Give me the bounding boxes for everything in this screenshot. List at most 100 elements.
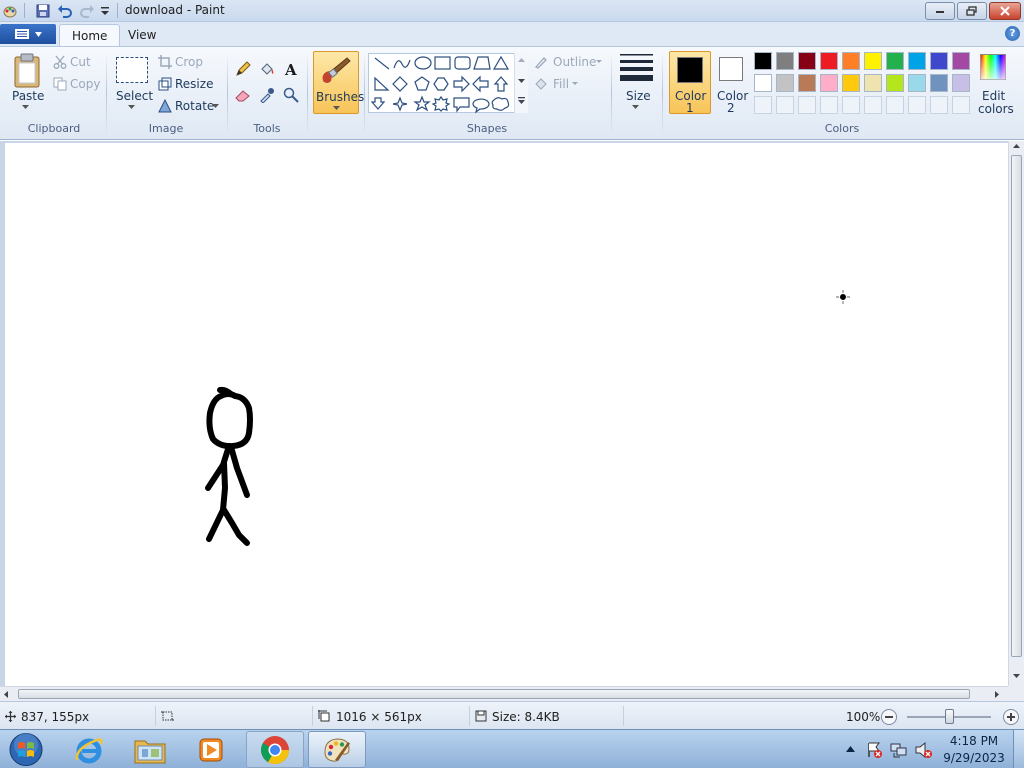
horizontal-scroll-thumb[interactable] xyxy=(18,689,970,699)
color1-button[interactable]: Color 1 xyxy=(669,51,711,115)
zoom-in-button[interactable] xyxy=(1003,709,1019,725)
custom-color-slot[interactable] xyxy=(754,96,772,114)
zoom-out-button[interactable] xyxy=(881,709,897,725)
restore-icon xyxy=(966,6,977,16)
minimize-button[interactable] xyxy=(925,2,955,20)
shapes-scroll[interactable] xyxy=(514,53,528,113)
fill-tool[interactable] xyxy=(257,59,277,79)
resize-button[interactable]: Resize xyxy=(175,77,213,91)
zoom-slider-thumb[interactable] xyxy=(945,709,954,724)
scroll-up-icon xyxy=(518,58,525,62)
drawing-canvas[interactable] xyxy=(5,143,1008,686)
vertical-scrollbar[interactable] xyxy=(1008,141,1024,686)
brushes-button[interactable]: Brushes xyxy=(313,51,364,114)
scroll-up-icon[interactable] xyxy=(1013,144,1020,148)
group-separator xyxy=(364,53,365,135)
help-icon[interactable]: ? xyxy=(1005,26,1020,41)
select-button[interactable] xyxy=(116,57,148,83)
palette-swatch[interactable] xyxy=(886,52,904,70)
palette-swatch[interactable] xyxy=(754,74,772,92)
chevron-down-icon xyxy=(596,60,602,63)
restore-button[interactable] xyxy=(957,2,987,20)
ribbon: Paste Cut Copy Clipboard Select Crop Res… xyxy=(0,46,1024,140)
custom-color-slot[interactable] xyxy=(930,96,948,114)
show-hidden-icons-icon[interactable] xyxy=(846,746,855,752)
scroll-down-icon[interactable] xyxy=(1013,674,1020,678)
custom-color-slot[interactable] xyxy=(798,96,816,114)
scroll-left-icon[interactable] xyxy=(4,691,8,698)
palette-swatch[interactable] xyxy=(908,52,926,70)
action-center-icon[interactable] xyxy=(865,741,883,759)
save-icon[interactable] xyxy=(34,2,52,20)
taskbar-paint[interactable] xyxy=(308,731,366,768)
eraser-tool[interactable] xyxy=(233,85,253,105)
canvas-drawing xyxy=(205,386,253,546)
palette-swatch[interactable] xyxy=(842,52,860,70)
undo-icon[interactable] xyxy=(56,2,74,20)
paste-button[interactable] xyxy=(12,53,42,92)
palette-swatch[interactable] xyxy=(842,74,860,92)
palette-swatch[interactable] xyxy=(886,74,904,92)
pencil-tool[interactable] xyxy=(233,59,253,79)
palette-swatch[interactable] xyxy=(754,52,772,70)
volume-muted-icon[interactable] xyxy=(915,741,933,759)
horizontal-scrollbar[interactable] xyxy=(0,686,1008,701)
tab-view[interactable]: View xyxy=(116,24,168,46)
cut-button[interactable]: Cut xyxy=(70,55,91,69)
taskbar-media-player[interactable] xyxy=(182,731,240,768)
palette-swatch[interactable] xyxy=(820,52,838,70)
tab-home[interactable]: Home xyxy=(59,24,121,46)
custom-color-slot[interactable] xyxy=(952,96,970,114)
vertical-scroll-thumb[interactable] xyxy=(1011,155,1022,657)
brush-icon xyxy=(322,57,351,83)
network-icon[interactable] xyxy=(890,741,908,759)
custom-color-slot[interactable] xyxy=(776,96,794,114)
custom-color-slot[interactable] xyxy=(908,96,926,114)
paint-bucket-icon xyxy=(261,63,274,75)
palette-swatch[interactable] xyxy=(908,74,926,92)
outline-button[interactable]: Outline xyxy=(553,55,596,69)
magnifier-tool[interactable] xyxy=(281,85,301,105)
resize-icon xyxy=(158,77,172,91)
scroll-right-icon[interactable] xyxy=(995,691,999,698)
palette-swatch[interactable] xyxy=(864,52,882,70)
palette-swatch[interactable] xyxy=(930,52,948,70)
taskbar-chrome[interactable] xyxy=(246,731,304,768)
palette-swatch[interactable] xyxy=(820,74,838,92)
taskbar-file-explorer[interactable] xyxy=(121,731,179,768)
paint-app-icon[interactable] xyxy=(2,2,18,20)
custom-color-slot[interactable] xyxy=(886,96,904,114)
status-bar: 837, 155px 1016 × 561px Size: 8.4KB 100% xyxy=(0,701,1024,729)
taskbar-internet-explorer[interactable] xyxy=(60,731,118,768)
customize-quick-access-icon[interactable] xyxy=(98,2,112,20)
text-icon: A xyxy=(284,61,297,77)
windows-logo-icon xyxy=(9,733,43,766)
palette-swatch[interactable] xyxy=(864,74,882,92)
palette-swatch[interactable] xyxy=(952,52,970,70)
start-button[interactable] xyxy=(6,731,46,768)
copy-button[interactable]: Copy xyxy=(70,77,100,91)
palette-swatch[interactable] xyxy=(798,52,816,70)
palette-swatch[interactable] xyxy=(776,74,794,92)
show-desktop-button[interactable] xyxy=(1013,730,1024,768)
palette-swatch[interactable] xyxy=(952,74,970,92)
custom-color-slot[interactable] xyxy=(842,96,860,114)
fill-button[interactable]: Fill xyxy=(553,77,569,91)
paint-menu-button[interactable] xyxy=(0,24,56,44)
status-separator xyxy=(623,706,624,726)
close-button[interactable] xyxy=(989,2,1021,20)
custom-color-slot[interactable] xyxy=(864,96,882,114)
custom-color-slot[interactable] xyxy=(820,96,838,114)
crop-button[interactable]: Crop xyxy=(175,55,203,69)
color-picker-tool[interactable] xyxy=(257,85,277,105)
palette-swatch[interactable] xyxy=(776,52,794,70)
palette-swatch[interactable] xyxy=(930,74,948,92)
image-group-label: Image xyxy=(148,122,184,135)
title-bar: download - Paint xyxy=(0,0,1024,22)
palette-swatch[interactable] xyxy=(798,74,816,92)
redo-icon[interactable] xyxy=(78,2,96,20)
text-tool[interactable]: A xyxy=(281,59,301,79)
status-separator xyxy=(469,706,470,726)
rotate-button[interactable]: Rotate xyxy=(175,99,214,113)
status-separator xyxy=(312,706,313,726)
